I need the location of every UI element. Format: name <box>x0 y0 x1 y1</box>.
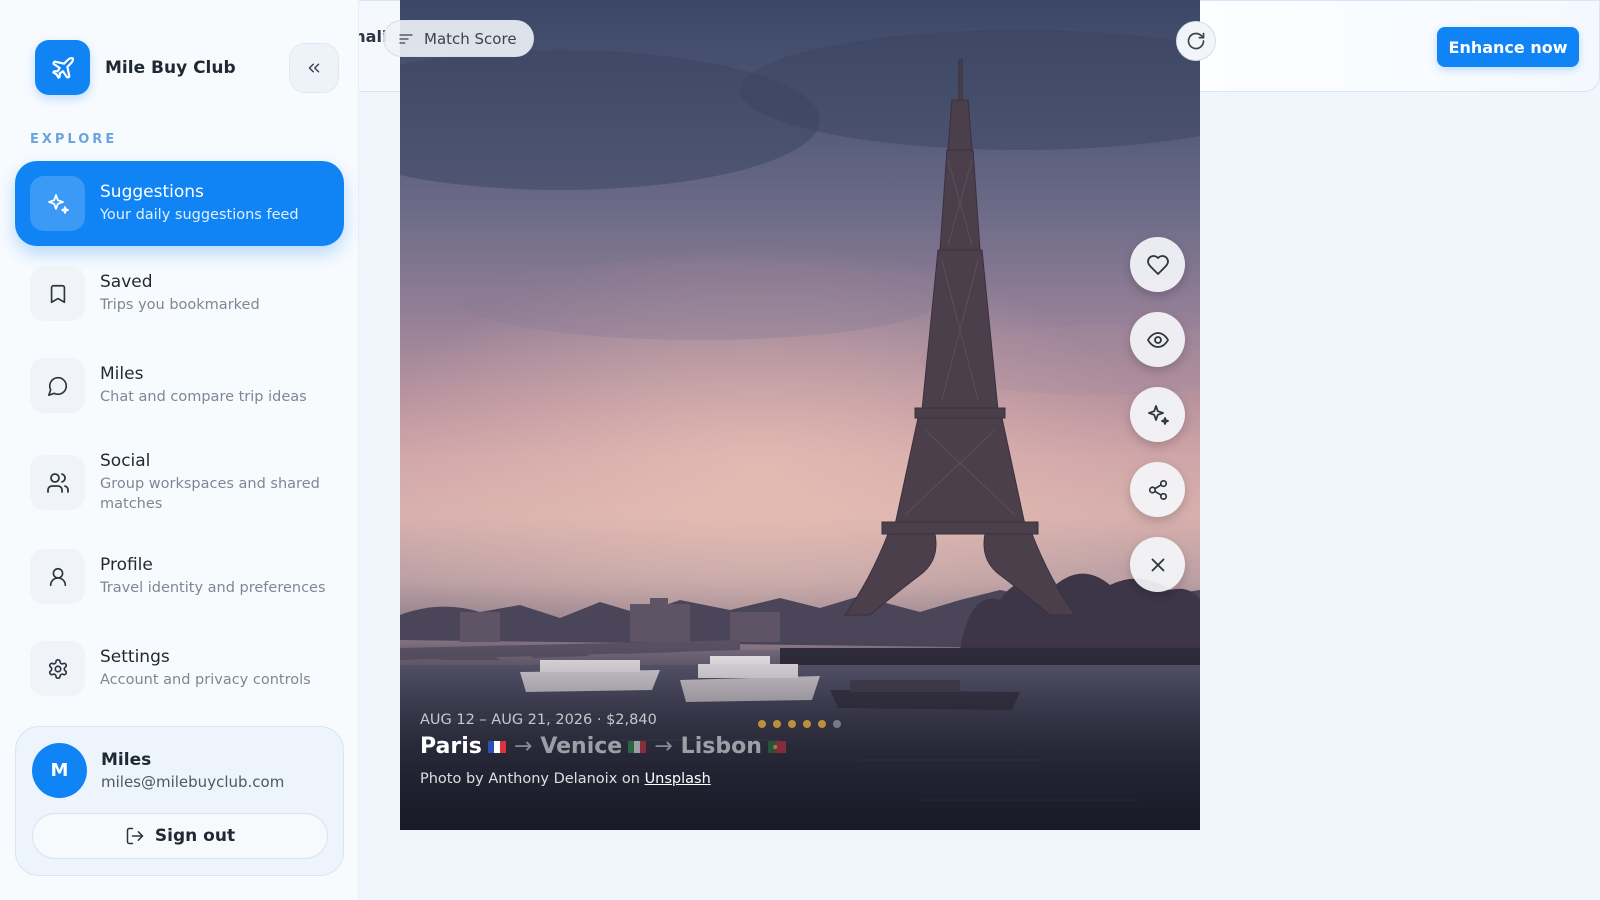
like-button[interactable] <box>1130 237 1185 292</box>
sidebar-item-subtitle: Your daily suggestions feed <box>100 207 299 223</box>
route-city-2: Venice <box>540 734 623 759</box>
sidebar-item-label: Social <box>100 451 151 471</box>
enhance-now-button[interactable]: Enhance now <box>1437 27 1579 67</box>
sign-out-button[interactable]: Sign out <box>32 813 328 859</box>
brand[interactable]: Mile Buy Club <box>35 40 236 95</box>
sidebar-item-suggestions[interactable]: Suggestions Your daily suggestions feed <box>15 161 344 246</box>
sidebar-item-settings[interactable]: Settings Account and privacy controls <box>15 636 344 701</box>
france-flag-icon <box>487 740 506 753</box>
route-arrow: → <box>654 734 673 759</box>
match-score-chip[interactable]: Match Score <box>383 20 534 57</box>
airplane-icon <box>35 40 90 95</box>
route-arrow: → <box>513 734 533 759</box>
sparkles-icon <box>1147 404 1169 425</box>
route-city-3: Lisbon <box>680 734 762 759</box>
user-email: miles@milebuyclub.com <box>101 773 285 791</box>
user-name: Miles <box>101 750 152 770</box>
log-out-icon <box>126 827 144 845</box>
collapse-sidebar-button[interactable] <box>289 43 339 93</box>
gear-icon <box>30 641 85 696</box>
sidebar-item-label: Profile <box>100 555 153 575</box>
carousel-dot[interactable] <box>758 720 766 728</box>
close-icon <box>1151 558 1164 571</box>
carousel-dot[interactable] <box>788 720 796 728</box>
refresh-icon <box>1187 32 1205 50</box>
route-city-1: Paris <box>420 734 482 759</box>
section-label-explore: EXPLORE <box>30 132 118 147</box>
chat-bubble-icon <box>30 358 85 413</box>
sidebar-item-subtitle: Trips you bookmarked <box>100 297 260 313</box>
sidebar-item-label: Suggestions <box>100 182 204 202</box>
destination-photo-card[interactable]: AUG 12 – AUG 21, 2026 · $2,840 Paris → V… <box>400 0 1200 830</box>
sidebar-item-label: Miles <box>100 364 144 384</box>
sidebar-item-label: Saved <box>100 272 153 292</box>
share-button[interactable] <box>1130 462 1185 517</box>
sort-lines-icon <box>399 33 413 44</box>
share-icon <box>1148 479 1167 500</box>
sidebar-item-subtitle: Account and privacy controls <box>100 672 311 688</box>
users-icon <box>30 455 85 510</box>
dismiss-button[interactable] <box>1130 537 1185 592</box>
trip-route: Paris → Venice → Lisbon <box>420 734 786 759</box>
unsplash-link[interactable]: Unsplash <box>645 771 711 787</box>
sidebar-item-social[interactable]: Social Group workspaces and shared match… <box>15 440 344 525</box>
carousel-dot[interactable] <box>803 720 811 728</box>
sidebar: Mile Buy Club EXPLORE Suggestions Your d… <box>0 0 359 900</box>
chevrons-left-icon <box>308 63 320 73</box>
sparkles-icon <box>30 176 85 231</box>
user-icon <box>30 549 85 604</box>
sidebar-item-label: Settings <box>100 647 170 667</box>
photo-credit-text: Photo by Anthony Delanoix on <box>420 771 640 787</box>
avatar[interactable]: M <box>32 743 87 798</box>
carousel-dots <box>758 720 848 728</box>
user-card: M Miles miles@milebuyclub.com Sign out <box>15 726 344 876</box>
portugal-flag-icon <box>767 740 786 753</box>
brand-name: Mile Buy Club <box>105 57 236 78</box>
match-score-label: Match Score <box>424 29 517 48</box>
enhance-suggestion-button[interactable] <box>1130 387 1185 442</box>
trip-dates-price: AUG 12 – AUG 21, 2026 · $2,840 <box>420 712 657 728</box>
sidebar-item-profile[interactable]: Profile Travel identity and preferences <box>15 544 344 609</box>
carousel-dot[interactable] <box>773 720 781 728</box>
photo-credit: Photo by Anthony Delanoix on Unsplash <box>420 771 711 787</box>
sign-out-label: Sign out <box>154 826 236 846</box>
carousel-dot[interactable] <box>833 720 841 728</box>
sidebar-item-saved[interactable]: Saved Trips you bookmarked <box>15 261 344 326</box>
sidebar-item-miles[interactable]: Miles Chat and compare trip ideas <box>15 353 344 418</box>
heart-icon <box>1146 254 1169 275</box>
view-button[interactable] <box>1130 312 1185 367</box>
sidebar-item-subtitle: Chat and compare trip ideas <box>100 389 307 405</box>
sidebar-item-subtitle: Travel identity and preferences <box>100 580 326 596</box>
bookmark-icon <box>30 266 85 321</box>
sidebar-item-subtitle: Group workspaces and shared matches <box>100 476 320 512</box>
italy-flag-icon <box>628 740 647 753</box>
eye-icon <box>1146 331 1169 348</box>
carousel-dot[interactable] <box>818 720 826 728</box>
refresh-button[interactable] <box>1176 21 1216 61</box>
